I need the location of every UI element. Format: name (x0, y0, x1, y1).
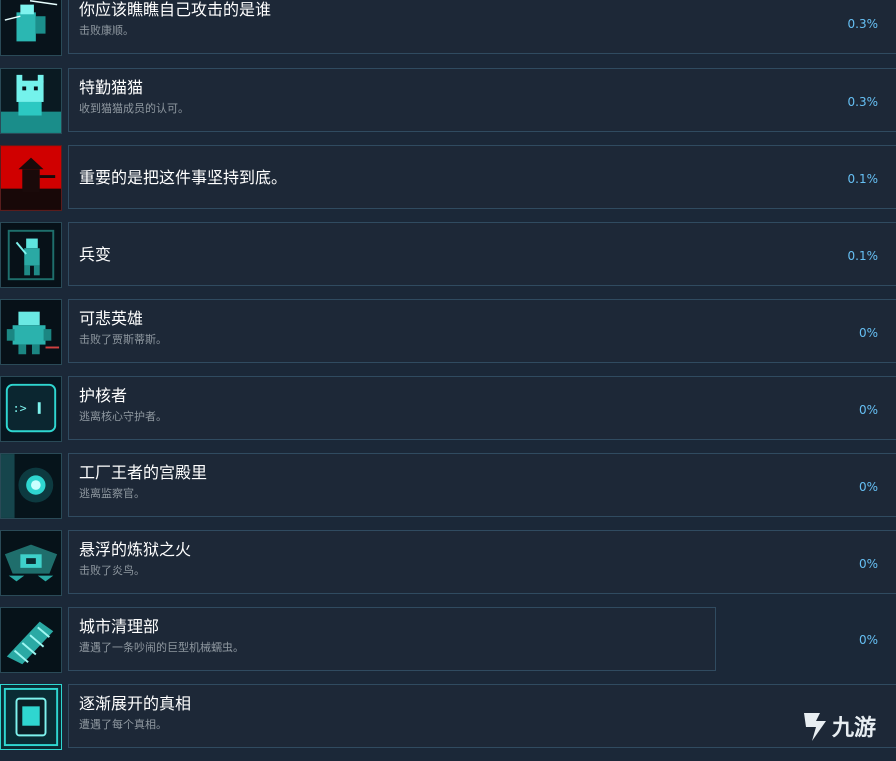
achievement-title: 可悲英雄 (79, 309, 144, 328)
achievement-panel: 你应该瞧瞧自己攻击的是谁 击败康顺。 0.3% (68, 0, 896, 54)
achievement-panel: 重要的是把这件事坚持到底。 0.1% (68, 145, 896, 209)
achievement-panel: 工厂王者的宫殿里 逃离监察官。 0% (68, 453, 896, 517)
svg-text::>: :> (13, 401, 27, 415)
achievement-panel: 城市清理部 遭遇了一条吵闹的巨型机械蠕虫。 (68, 607, 716, 671)
soldier-icon (0, 222, 62, 288)
achievement-desc: 击败了炎鸟。 (79, 564, 145, 577)
hero-robot-icon (0, 299, 62, 365)
achievement-row[interactable]: :> 护核者 逃离核心守护者。 0% (0, 376, 896, 453)
achievement-title: 护核者 (79, 386, 128, 405)
achievement-title: 悬浮的炼狱之火 (79, 540, 192, 559)
achievement-panel: 悬浮的炼狱之火 击败了炎鸟。 0% (68, 530, 896, 594)
achievement-desc: 遭遇了每个真相。 (79, 718, 167, 731)
achievement-desc: 遭遇了一条吵闹的巨型机械蠕虫。 (79, 641, 244, 654)
eye-orb-icon (0, 453, 62, 519)
achievement-row[interactable]: 重要的是把这件事坚持到底。 0.1% (0, 145, 896, 222)
achievement-panel: 可悲英雄 击败了贾斯蒂斯。 0% (68, 299, 896, 363)
achievement-desc: 收到猫猫成员的认可。 (79, 102, 189, 115)
achievement-percent: 0.1% (847, 172, 879, 186)
achievement-percent: 0.3% (847, 17, 879, 31)
achievement-row[interactable]: 悬浮的炼狱之火 击败了炎鸟。 0% (0, 530, 896, 607)
achievement-panel: 特勤猫猫 收到猫猫成员的认可。 0.3% (68, 68, 896, 132)
achievement-percent: 0% (858, 326, 878, 340)
robot-warrior-icon (0, 0, 62, 56)
achievement-desc: 击败了贾斯蒂斯。 (79, 333, 167, 346)
achievement-row[interactable]: 城市清理部 遭遇了一条吵闹的巨型机械蠕虫。 0% (0, 607, 896, 684)
achievement-percent: 0% (858, 480, 878, 494)
achievement-row[interactable]: 可悲英雄 击败了贾斯蒂斯。 0% (0, 299, 896, 376)
achievement-row[interactable]: 逐渐展开的真相 遭遇了每个真相。 (0, 684, 896, 761)
watermark: 九游 (798, 706, 890, 746)
achievement-title: 重要的是把这件事坚持到底。 (79, 168, 288, 187)
achievement-percent: 0.1% (847, 249, 879, 263)
achievement-desc: 逃离核心守护者。 (79, 410, 167, 423)
achievement-percent: 0% (858, 557, 878, 571)
achievement-panel: 兵变 0.1% (68, 222, 896, 286)
fire-bird-icon (0, 530, 62, 596)
terminal-face-icon: :> (0, 376, 62, 442)
achievement-row[interactable]: 你应该瞧瞧自己攻击的是谁 击败康顺。 0.3% (0, 0, 896, 67)
achievement-title: 工厂王者的宫殿里 (79, 463, 208, 482)
achievement-panel: 护核者 逃离核心守护者。 0% (68, 376, 896, 440)
achievement-panel: 逐渐展开的真相 遭遇了每个真相。 (68, 684, 896, 748)
red-sunset-samurai-icon (0, 145, 62, 211)
achievement-percent: 0% (858, 403, 878, 417)
achievement-list: 你应该瞧瞧自己攻击的是谁 击败康顺。 0.3% 特勤猫猫 收到猫猫成员的认可。 … (0, 0, 896, 750)
chip-icon (0, 684, 62, 750)
achievement-desc: 击败康顺。 (79, 24, 134, 37)
achievement-title: 城市清理部 (79, 617, 160, 636)
achievement-desc: 逃离监察官。 (79, 487, 145, 500)
achievement-title: 逐渐展开的真相 (79, 694, 192, 713)
achievement-title: 特勤猫猫 (79, 78, 144, 97)
achievement-percent: 0.3% (847, 95, 879, 109)
achievement-percent: 0% (858, 633, 878, 647)
watermark-text: 九游 (832, 716, 877, 741)
achievement-row[interactable]: 特勤猫猫 收到猫猫成员的认可。 0.3% (0, 68, 896, 145)
mech-worm-icon (0, 607, 62, 673)
achievement-title: 你应该瞧瞧自己攻击的是谁 (79, 0, 272, 19)
achievement-title: 兵变 (79, 245, 112, 264)
achievement-row[interactable]: 工厂王者的宫殿里 逃离监察官。 0% (0, 453, 896, 530)
cat-icon (0, 68, 62, 134)
jiuyou-logo-icon (804, 713, 826, 741)
achievement-row[interactable]: 兵变 0.1% (0, 222, 896, 299)
